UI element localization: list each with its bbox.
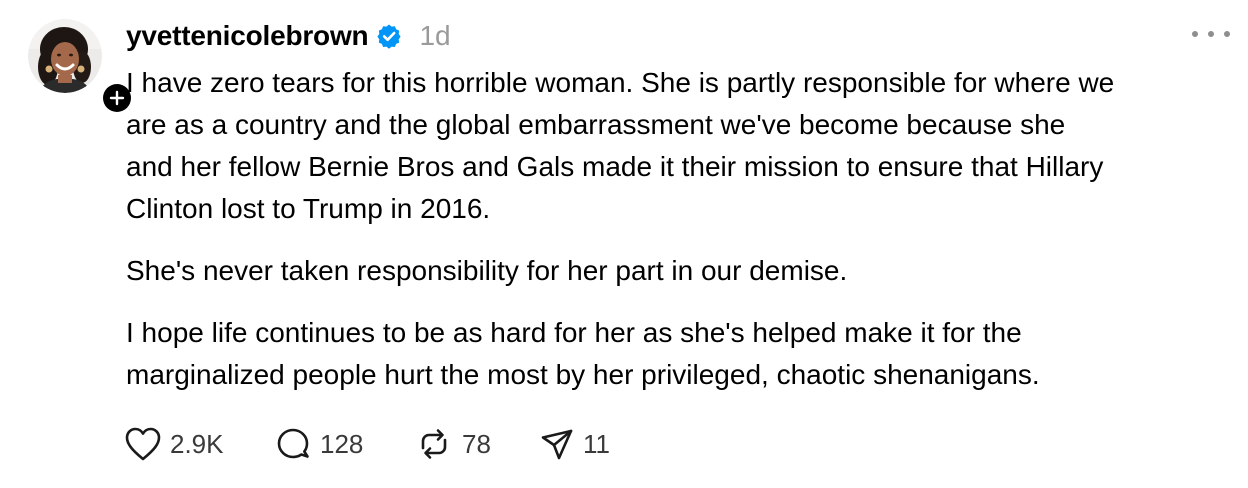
heart-icon (125, 427, 161, 461)
more-options-icon (1192, 31, 1198, 37)
share-button[interactable]: 11 (539, 420, 619, 468)
send-icon (541, 429, 573, 460)
more-options-button[interactable] (1192, 22, 1230, 46)
post-header: yvettenicolebrown 1d (126, 14, 451, 58)
username[interactable]: yvettenicolebrown (126, 20, 369, 52)
post-paragraph: I have zero tears for this horrible woma… (126, 67, 1115, 224)
repost-button[interactable]: 78 (414, 420, 539, 468)
post-paragraph: She's never taken responsibility for her… (126, 255, 848, 286)
more-options-icon-dot (1224, 31, 1230, 37)
comment-icon (277, 428, 309, 459)
post-body: I have zero tears for this horrible woma… (126, 62, 1226, 396)
like-count: 2.9K (170, 428, 224, 459)
post-timestamp[interactable]: 1d (419, 20, 450, 52)
repost-icon (421, 429, 447, 459)
reply-button[interactable]: 128 (274, 420, 414, 468)
repost-count: 78 (462, 428, 491, 459)
avatar[interactable] (28, 19, 102, 93)
like-button[interactable]: 2.9K (124, 420, 274, 468)
action-bar: 2.9K 128 78 11 (124, 420, 619, 468)
thread-post: yvettenicolebrown 1d I have zero tears f… (0, 0, 1248, 488)
post-paragraph: I hope life continues to be as hard for … (126, 317, 1040, 390)
verified-badge-icon (377, 24, 402, 49)
avatar-container[interactable] (28, 19, 134, 115)
share-count: 11 (583, 428, 610, 459)
reply-count: 128 (320, 428, 364, 459)
more-options-icon-dot (1208, 31, 1214, 37)
plus-icon (109, 90, 125, 106)
